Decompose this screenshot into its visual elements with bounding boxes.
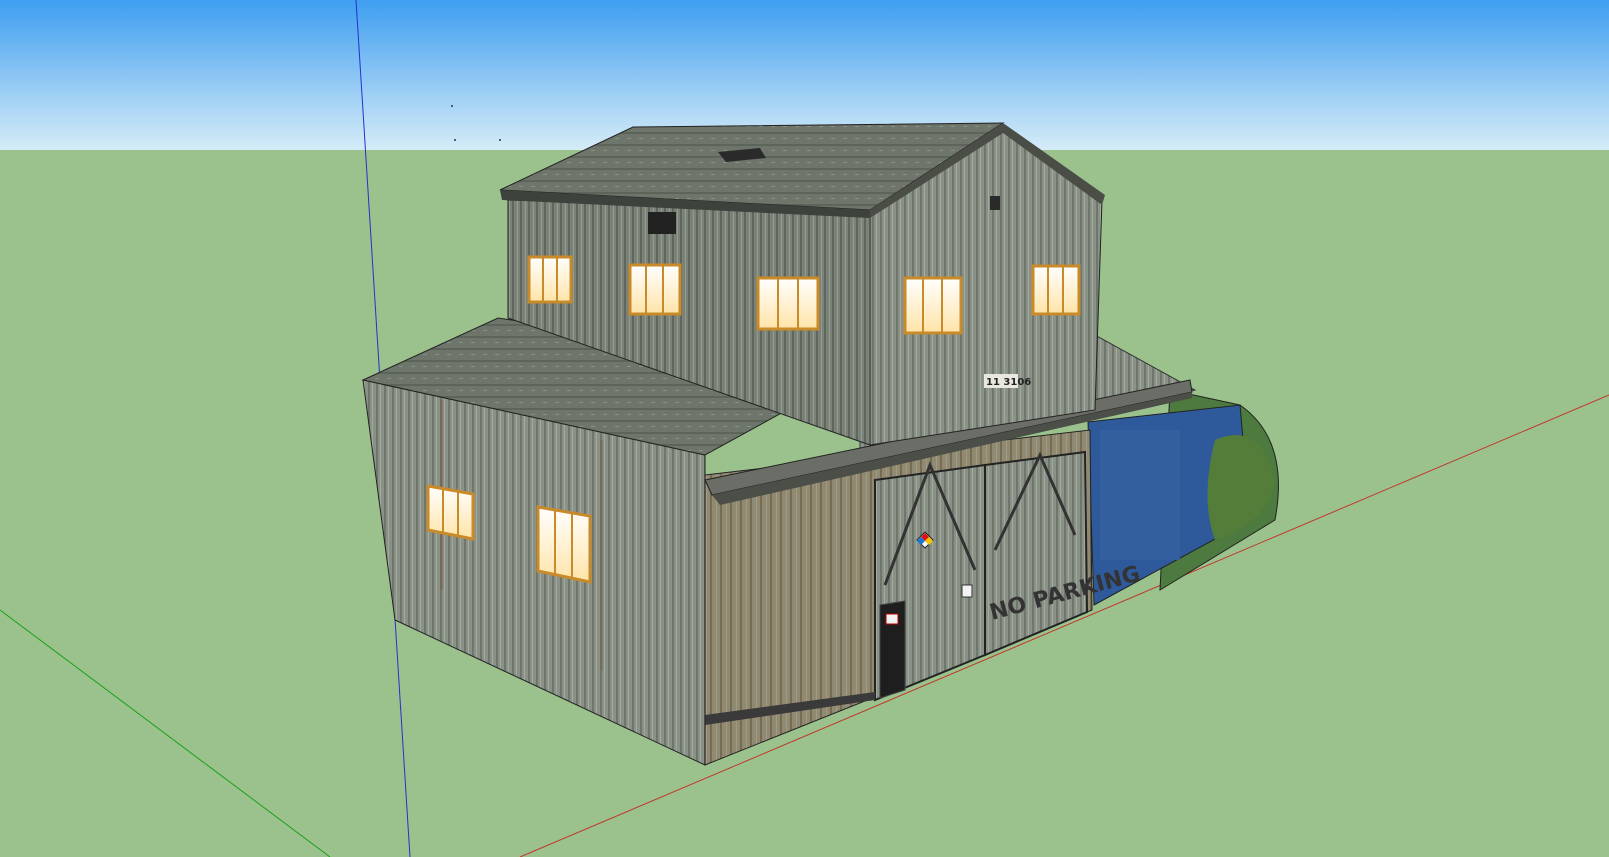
gable-vent [990,196,1000,210]
address-sign: 11 3106 [984,374,1031,388]
door-notice [885,613,899,625]
wall-vent [648,212,676,234]
svg-text:11 3106: 11 3106 [986,377,1031,388]
window [426,484,475,541]
window [1031,264,1081,316]
window [756,276,820,331]
sky-speck [499,139,501,141]
window [536,505,592,584]
model-viewport[interactable]: NO PARKING 11 3106 [0,0,1609,857]
window [527,255,573,304]
wall-notice [961,584,973,598]
rust-streak [600,440,603,670]
window [903,276,963,335]
scene-canvas[interactable]: NO PARKING 11 3106 [0,0,1609,857]
sky-speck [451,105,453,107]
window [628,263,682,316]
sky-speck [454,139,456,141]
blue-annex-panel [1100,430,1180,560]
